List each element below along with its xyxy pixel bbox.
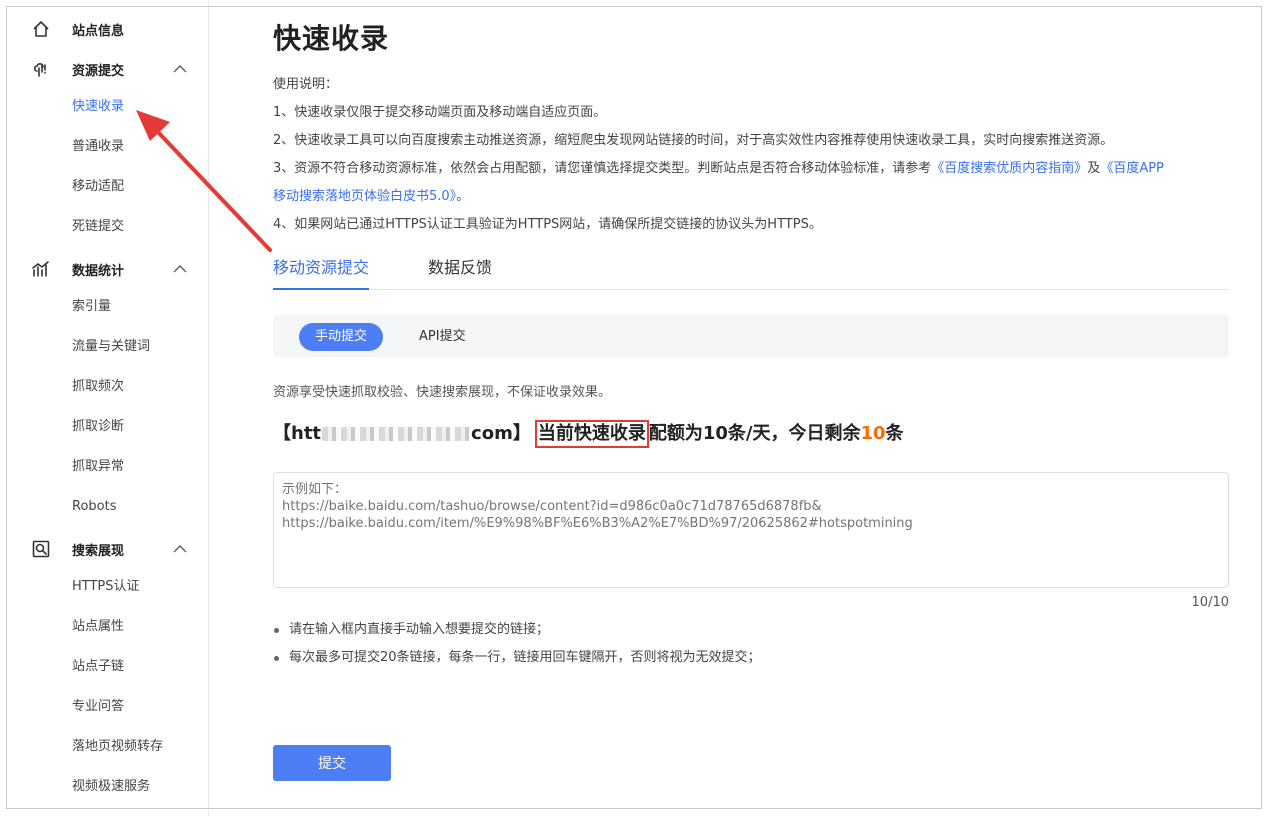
quota-prefix: 【htt — [273, 423, 322, 444]
sidebar-item-site-attributes[interactable]: 站点属性 — [72, 617, 124, 637]
sidebar-item-mobile-adapt[interactable]: 移动适配 — [72, 177, 124, 197]
sidebar-group-stats[interactable]: 数据统计 — [0, 252, 209, 286]
instruction-line: 3、资源不符合移动资源标准，依然会占用配额，请您谨慎选择提交类型。判断站点是否符… — [273, 157, 1164, 176]
hint-item: 请在输入框内直接手动输入想要提交的链接； — [273, 618, 761, 646]
quota-remaining: 10 — [860, 423, 886, 444]
hint-list: 请在输入框内直接手动输入想要提交的链接； 每次最多可提交20条链接，每条一行，链… — [273, 618, 761, 674]
tab-data-feedback[interactable]: 数据反馈 — [428, 254, 492, 290]
url-input[interactable] — [273, 472, 1229, 588]
sidebar-group-search-display[interactable]: 搜索展现 — [0, 532, 209, 566]
sidebar-group-label: 站点信息 — [72, 23, 125, 39]
quota-middle: 配额为10条/天，今日剩余 — [648, 423, 861, 444]
sidebar-item-normal-index[interactable]: 普通收录 — [72, 137, 124, 157]
submit-mode-bar: 手动提交 API提交 — [273, 315, 1229, 357]
chevron-up-icon[interactable] — [172, 61, 188, 77]
sidebar-group-site-info[interactable]: 站点信息 — [0, 12, 209, 46]
instruction-text: 及 — [1087, 161, 1101, 176]
instruction-line: 4、如果网站已通过HTTPS认证工具验证为HTTPS网站，请确保所提交链接的协议… — [273, 217, 822, 232]
resource-submit-icon — [33, 63, 46, 77]
hint-item: 每次最多可提交20条链接，每条一行，链接用回车键隔开，否则将视为无效提交； — [273, 646, 761, 674]
sidebar-group-label: 资源提交 — [72, 63, 125, 79]
instruction-text: 3、资源不符合移动资源标准，依然会占用配额，请您谨慎选择提交类型。判断站点是否符… — [273, 161, 932, 176]
instruction-line: 1、快速收录仅限于提交移动端页面及移动端自适应页面。 — [273, 105, 607, 120]
sidebar-item-crawl-diagnosis[interactable]: 抓取诊断 — [72, 417, 124, 437]
sidebar-item-crawl-errors[interactable]: 抓取异常 — [72, 457, 124, 477]
sidebar-item-quick-index[interactable]: 快速收录 — [72, 97, 124, 117]
sidebar-group-label: 数据统计 — [72, 263, 125, 279]
sidebar: 站点信息 资源提交 快速收录 普通收录 移动适配 死链提交 数据统计 索引量 流… — [0, 0, 209, 816]
sidebar-group-label: 搜索展现 — [72, 543, 125, 559]
url-counter: 10/10 — [1191, 595, 1229, 610]
submit-button[interactable]: 提交 — [273, 745, 391, 781]
instruction-line: 移动搜索落地页体验白皮书5.0》。 — [273, 185, 469, 204]
sidebar-item-expert-qa[interactable]: 专业问答 — [72, 697, 124, 717]
sidebar-item-traffic-keywords[interactable]: 流量与关键词 — [72, 337, 150, 357]
tab-manual-submit[interactable]: 手动提交 — [299, 323, 383, 351]
sidebar-item-crawl-frequency[interactable]: 抓取频次 — [72, 377, 124, 397]
search-display-icon — [32, 540, 50, 558]
redacted-domain — [322, 427, 471, 441]
whitepaper-link[interactable]: 移动搜索落地页体验白皮书5.0》 — [273, 189, 456, 204]
sidebar-item-video-fast[interactable]: 视频极速服务 — [72, 777, 150, 797]
tab-mobile-resource-submit[interactable]: 移动资源提交 — [273, 254, 370, 290]
service-note: 资源享受快速抓取校验、快速搜索展现，不保证收录效果。 — [273, 385, 612, 400]
stats-icon — [32, 261, 49, 277]
quota-text: 【htt com】 当前快速收录 配额为10条/天，今日剩余10条 — [273, 420, 904, 448]
tab-api-submit[interactable]: API提交 — [419, 323, 466, 351]
instruction-text: 。 — [456, 189, 470, 204]
whitepaper-link[interactable]: 《百度APP — [1100, 161, 1164, 176]
sidebar-item-robots[interactable]: Robots — [72, 497, 116, 517]
quota-domain-suffix: com】 — [471, 423, 531, 444]
chevron-up-icon[interactable] — [172, 541, 188, 557]
sidebar-item-index-volume[interactable]: 索引量 — [72, 297, 111, 317]
chevron-up-icon[interactable] — [172, 261, 188, 277]
annotation-highlight-box: 当前快速收录 — [534, 420, 649, 448]
sidebar-item-https-auth[interactable]: HTTPS认证 — [72, 577, 140, 597]
main-content: 快速收录 使用说明： 1、快速收录仅限于提交移动端页面及移动端自适应页面。 2、… — [273, 0, 1229, 816]
quality-guide-link[interactable]: 《百度搜索优质内容指南》 — [931, 161, 1087, 176]
sidebar-group-resource-submit[interactable]: 资源提交 — [0, 52, 209, 86]
quota-unit: 条 — [885, 423, 904, 444]
page-title: 快速收录 — [273, 22, 390, 55]
instructions-heading: 使用说明： — [273, 77, 339, 92]
sidebar-item-landing-video[interactable]: 落地页视频转存 — [72, 737, 163, 757]
tab-bar: 移动资源提交 数据反馈 — [273, 250, 1229, 290]
sidebar-item-dead-link[interactable]: 死链提交 — [72, 217, 124, 237]
sidebar-item-site-sublinks[interactable]: 站点子链 — [72, 657, 124, 677]
home-icon — [33, 21, 49, 37]
instruction-line: 2、快速收录工具可以向百度搜索主动推送资源，缩短爬虫发现网站链接的时间，对于高实… — [273, 133, 1114, 148]
